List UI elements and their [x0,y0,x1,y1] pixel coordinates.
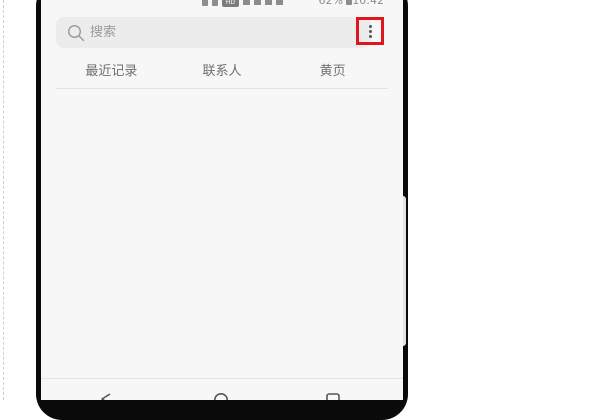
page-border [3,0,4,400]
tab-bar: 最近记录 联系人 黄页 [56,60,388,89]
battery-icon [346,0,352,5]
nav-bar-divider [41,378,403,379]
status-icons: HD [202,0,283,8]
hd-icon: HD [222,0,239,7]
content-area [41,90,403,377]
tab-yellow-pages[interactable]: 黄页 [277,60,388,88]
sim-icon [202,0,208,6]
back-icon[interactable] [99,392,113,400]
bluetooth-icon [254,0,261,5]
search-input[interactable]: 搜索 [56,17,371,48]
wifi-icon [265,0,272,5]
status-bar: HD 62% 10:42 [41,0,403,9]
more-options-button[interactable] [356,17,384,45]
status-time: 10:42 [352,0,384,7]
phone-screen: HD 62% 10:42 搜索 最近记录 联系人 黄页 [41,0,403,400]
battery-percent: 62% [318,0,343,7]
search-placeholder: 搜索 [90,25,117,40]
tab-recents[interactable]: 最近记录 [56,60,167,88]
recent-apps-icon[interactable] [325,392,341,400]
home-icon[interactable] [213,392,229,400]
signal-icon [243,0,250,5]
more-vertical-icon [364,24,376,38]
tab-contacts[interactable]: 联系人 [167,60,278,88]
search-icon [67,24,85,42]
signal-bars-icon [276,0,283,5]
shield-icon [212,0,218,6]
